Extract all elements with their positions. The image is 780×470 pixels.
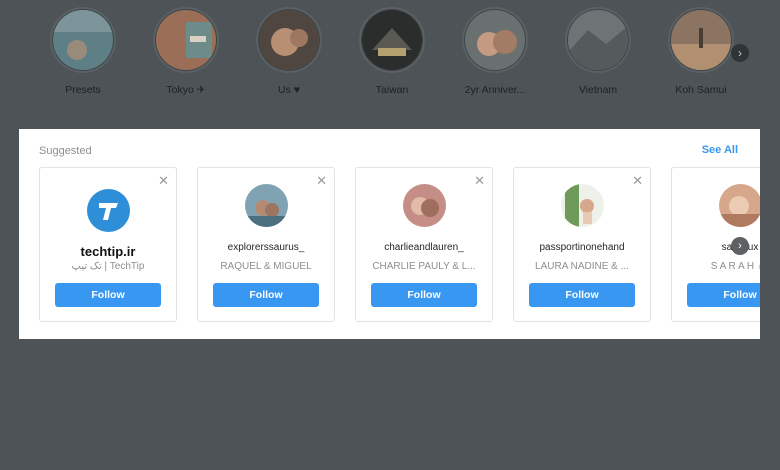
close-icon[interactable]: ✕ bbox=[316, 173, 327, 189]
close-icon[interactable]: ✕ bbox=[474, 173, 485, 189]
follow-button[interactable]: Follow bbox=[529, 283, 635, 307]
highlight-label: Taiwan bbox=[375, 84, 409, 96]
suggestion-card: ✕ explorerssaurus_ RAQUEL & MIGUEL Follo… bbox=[197, 167, 335, 322]
close-icon[interactable]: ✕ bbox=[632, 173, 643, 189]
highlight-label: 2yr Anniver... bbox=[464, 84, 526, 96]
follow-button[interactable]: Follow bbox=[687, 283, 760, 307]
highlight-label: Koh Samui bbox=[675, 84, 727, 96]
suggestion-fullname: CHARLIE PAULY & L... bbox=[372, 261, 476, 272]
suggested-panel: Suggested See All ✕ techtip.ir تک تیپ | … bbox=[19, 129, 760, 339]
suggestion-username[interactable]: charlieandlauren_ bbox=[360, 242, 488, 253]
avatar[interactable] bbox=[403, 184, 446, 227]
suggestion-fullname: S A R A H 🤞 bbox=[710, 261, 760, 272]
close-icon[interactable]: ✕ bbox=[158, 173, 169, 189]
avatar[interactable] bbox=[245, 184, 288, 227]
highlight-label: Presets bbox=[65, 84, 101, 96]
highlight-cover bbox=[362, 10, 422, 70]
highlight-taiwan[interactable]: Taiwan bbox=[352, 10, 432, 96]
highlight-cover bbox=[568, 10, 628, 70]
highlight-label: Tokyo ✈ bbox=[166, 84, 206, 96]
suggestion-fullname: تک تیپ | TechTip bbox=[71, 261, 145, 272]
highlight-presets[interactable]: Presets bbox=[43, 10, 123, 96]
follow-button[interactable]: Follow bbox=[371, 283, 477, 307]
avatar[interactable] bbox=[561, 184, 604, 227]
highlight-label: Vietnam bbox=[578, 84, 618, 96]
chevron-right-icon[interactable]: › bbox=[731, 44, 749, 62]
story-highlights: Presets Tokyo ✈ Us ♥ Taiwan 2yr Anniver.… bbox=[0, 0, 780, 110]
highlight-cover bbox=[465, 10, 525, 70]
highlight-cover bbox=[156, 10, 216, 70]
suggestion-fullname: RAQUEL & MIGUEL bbox=[220, 261, 312, 272]
highlight-koh-samui[interactable]: Koh Samui bbox=[661, 10, 741, 96]
chevron-right-icon[interactable]: › bbox=[731, 237, 749, 255]
highlight-cover bbox=[671, 10, 731, 70]
suggestion-card: ✕ techtip.ir تک تیپ | TechTip Follow bbox=[39, 167, 177, 322]
highlight-cover bbox=[53, 10, 113, 70]
suggestion-username[interactable]: techtip.ir bbox=[44, 244, 172, 259]
suggested-heading: Suggested bbox=[39, 145, 92, 157]
suggested-cards: ✕ techtip.ir تک تیپ | TechTip Follow ✕ e… bbox=[39, 167, 760, 327]
suggestion-fullname: LAURA NADINE & ... bbox=[535, 261, 629, 272]
highlight-us[interactable]: Us ♥ bbox=[249, 10, 329, 96]
highlight-label: Us ♥ bbox=[278, 84, 300, 96]
follow-button[interactable]: Follow bbox=[213, 283, 319, 307]
highlight-tokyo[interactable]: Tokyo ✈ bbox=[146, 10, 226, 96]
avatar[interactable] bbox=[719, 184, 760, 227]
highlight-2yr-anniversary[interactable]: 2yr Anniver... bbox=[455, 10, 535, 96]
suggestion-username[interactable]: explorerssaurus_ bbox=[202, 242, 330, 253]
highlight-cover bbox=[259, 10, 319, 70]
suggestion-card: ✕ charlieandlauren_ CHARLIE PAULY & L...… bbox=[355, 167, 493, 322]
suggestion-card: ✕ passportinonehand LAURA NADINE & ... F… bbox=[513, 167, 651, 322]
suggestion-username[interactable]: passportinonehand bbox=[518, 242, 646, 253]
see-all-link[interactable]: See All bbox=[702, 144, 738, 156]
highlight-vietnam[interactable]: Vietnam bbox=[558, 10, 638, 96]
follow-button[interactable]: Follow bbox=[55, 283, 161, 307]
techtip-logo bbox=[87, 189, 130, 232]
